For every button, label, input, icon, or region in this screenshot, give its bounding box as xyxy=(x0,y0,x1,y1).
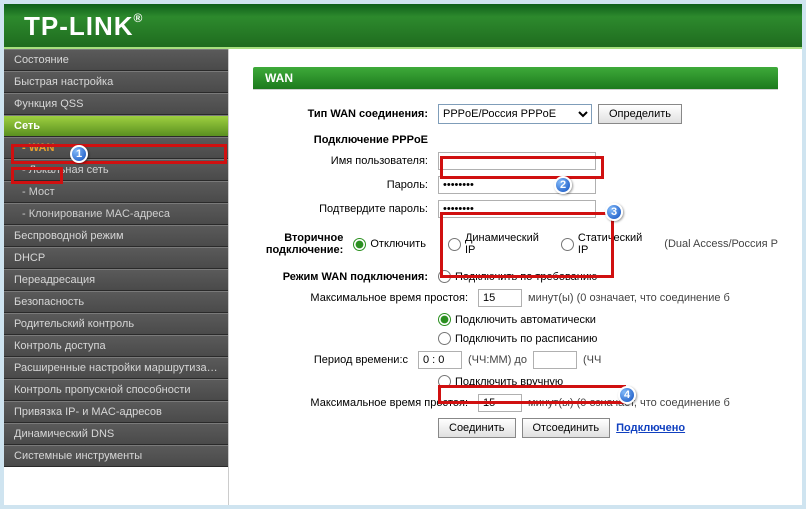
badge-3: 3 xyxy=(605,203,623,221)
sidebar-item-16[interactable]: Привязка IP- и MAC-адресов xyxy=(4,401,228,423)
sidebar-item-1[interactable]: Быстрая настройка xyxy=(4,71,228,93)
detect-button[interactable]: Определить xyxy=(598,104,682,124)
sidebar-item-8[interactable]: Беспроводной режим xyxy=(4,225,228,247)
mode-row: Режим WAN подключения: Подключить по тре… xyxy=(253,270,778,283)
mode-sched-radio[interactable]: Подключить по расписанию xyxy=(438,332,597,345)
period-to-input[interactable] xyxy=(533,351,577,369)
sidebar-item-18[interactable]: Системные инструменты xyxy=(4,445,228,467)
separator xyxy=(253,89,778,90)
secondary-label: Вторичное подключение: xyxy=(253,232,353,256)
wan-type-select[interactable]: PPPoE/Россия PPPoE xyxy=(438,104,592,124)
idle-input[interactable] xyxy=(478,289,522,307)
status-text: Подключено xyxy=(616,422,685,434)
sidebar-item-11[interactable]: Безопасность xyxy=(4,291,228,313)
password-input[interactable] xyxy=(438,176,596,194)
wan-type-label: Тип WAN соединения: xyxy=(253,108,438,120)
sidebar-item-12[interactable]: Родительский контроль xyxy=(4,313,228,335)
sidebar-item-15[interactable]: Контроль пропускной способности xyxy=(4,379,228,401)
sidebar-item-0[interactable]: Состояние xyxy=(4,49,228,71)
sidebar-item-10[interactable]: Переадресация xyxy=(4,269,228,291)
sidebar-item-9[interactable]: DHCP xyxy=(4,247,228,269)
idle2-input[interactable] xyxy=(478,394,522,412)
sidebar-item-13[interactable]: Контроль доступа xyxy=(4,335,228,357)
connect-row: Соединить Отсоединить Подключено xyxy=(253,418,778,438)
password-row: Пароль: xyxy=(253,176,778,194)
badge-4: 4 xyxy=(618,386,636,404)
sidebar-item-5[interactable]: - Локальная сеть xyxy=(4,159,228,181)
password2-label: Подтвердите пароль: xyxy=(253,203,438,215)
content: WAN Тип WAN соединения: PPPoE/Россия PPP… xyxy=(229,49,802,505)
panel-title: WAN xyxy=(253,67,778,89)
period-row: Период времени:с (ЧЧ:ММ) до (ЧЧ xyxy=(273,351,778,369)
mode-sched-row: Подключить по расписанию xyxy=(253,332,778,345)
sidebar-item-3[interactable]: Сеть xyxy=(4,115,228,137)
mode-auto-row: Подключить автоматически xyxy=(253,313,778,326)
username-row: Имя пользователя: xyxy=(253,152,778,170)
idle-row: Максимальное время простоя: минут(ы) (0 … xyxy=(273,289,778,307)
sidebar-item-6[interactable]: - Мост xyxy=(4,181,228,203)
logo: TP-LINK® xyxy=(4,4,802,42)
username-label: Имя пользователя: xyxy=(253,155,438,167)
sidebar-item-14[interactable]: Расширенные настройки маршрутизации xyxy=(4,357,228,379)
sec-note: (Dual Access/Россия P xyxy=(664,238,778,250)
header: TP-LINK® xyxy=(4,4,802,49)
wan-type-row: Тип WAN соединения: PPPoE/Россия PPPoE О… xyxy=(253,104,778,124)
mode-demand-radio[interactable]: Подключить по требованию xyxy=(438,270,597,283)
sidebar: СостояниеБыстрая настройкаФункция QSSСет… xyxy=(4,49,229,505)
period-from-input[interactable] xyxy=(418,351,462,369)
idle-unit: минут(ы) (0 означает, что соединение б xyxy=(528,292,730,304)
mode-auto-radio[interactable]: Подключить автоматически xyxy=(438,313,596,326)
badge-1: 1 xyxy=(70,145,88,163)
sec-off-radio[interactable]: Отключить xyxy=(353,238,426,251)
idle2-label: Максимальное время простоя: xyxy=(273,397,478,409)
password2-input[interactable] xyxy=(438,200,596,218)
password2-row: Подтвердите пароль: xyxy=(253,200,778,218)
disconnect-button[interactable]: Отсоединить xyxy=(522,418,611,438)
main: СостояниеБыстрая настройкаФункция QSSСет… xyxy=(4,49,802,505)
sidebar-item-4[interactable]: - WAN xyxy=(4,137,228,159)
idle2-row: Максимальное время простоя: минут(ы) (0 … xyxy=(273,394,778,412)
badge-2: 2 xyxy=(554,176,572,194)
mode-manual-radio[interactable]: Подключить вручную xyxy=(438,375,563,388)
sidebar-item-17[interactable]: Динамический DNS xyxy=(4,423,228,445)
period-label: Период времени:с xyxy=(273,354,418,366)
sidebar-item-2[interactable]: Функция QSS xyxy=(4,93,228,115)
password-label: Пароль: xyxy=(253,179,438,191)
sec-stat-radio[interactable]: Статический IP xyxy=(561,232,642,256)
sec-dyn-radio[interactable]: Динамический IP xyxy=(448,232,539,256)
secondary-row: Вторичное подключение: Отключить Динамич… xyxy=(253,232,778,256)
idle-label: Максимальное время простоя: xyxy=(273,292,478,304)
sidebar-item-7[interactable]: - Клонирование MAC-адреса xyxy=(4,203,228,225)
mode-manual-row: Подключить вручную xyxy=(253,375,778,388)
connect-button[interactable]: Соединить xyxy=(438,418,516,438)
mode-label: Режим WAN подключения: xyxy=(253,271,438,283)
username-input[interactable] xyxy=(438,152,596,170)
pppoe-section-head: Подключение PPPoE xyxy=(253,134,438,146)
